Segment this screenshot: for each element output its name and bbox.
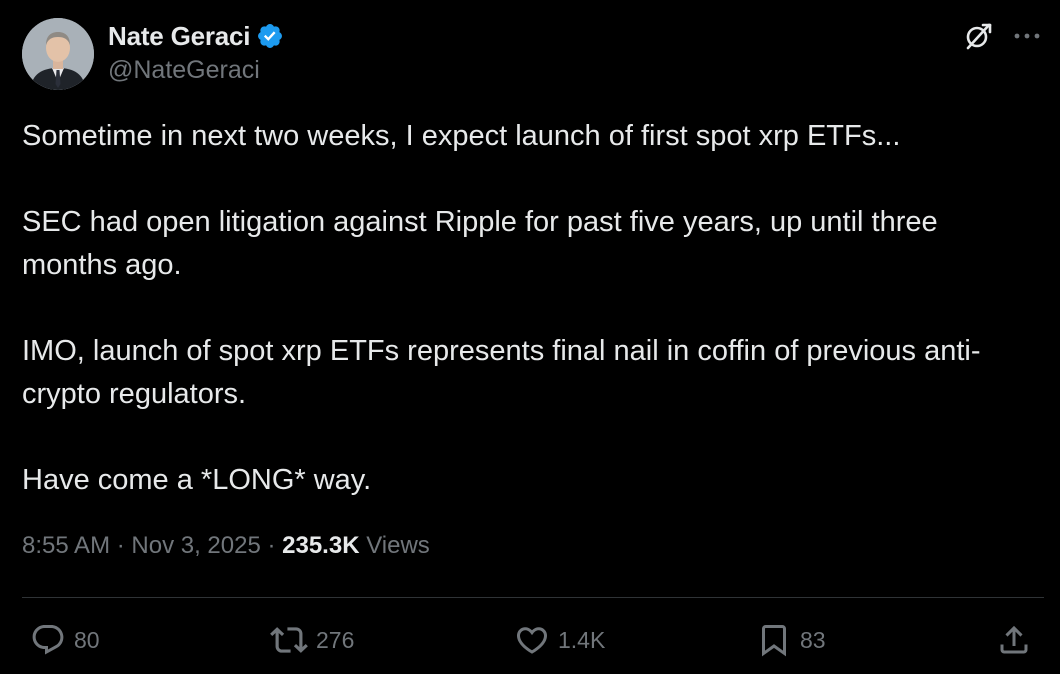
like-button[interactable]: 1.4K <box>514 620 605 660</box>
tweet-paragraph: SEC had open litigation against Ripple f… <box>22 206 938 281</box>
reply-button[interactable]: 80 <box>30 620 100 660</box>
like-count: 1.4K <box>558 626 606 653</box>
author-handle[interactable]: @NateGeraci <box>108 56 260 85</box>
author-display-name[interactable]: Nate Geraci <box>108 21 251 52</box>
bookmark-icon <box>762 625 786 657</box>
meta-separator: · <box>260 532 283 559</box>
share-button[interactable] <box>996 620 1032 660</box>
like-icon <box>516 627 548 654</box>
views-count[interactable]: 235.3K <box>282 532 359 560</box>
reply-count: 80 <box>74 626 100 653</box>
reply-icon <box>32 625 64 655</box>
tweet-body: Sometime in next two weeks, I expect lau… <box>22 115 1032 502</box>
tweet-paragraph: Sometime in next two weeks, I expect lau… <box>22 120 901 152</box>
grok-icon[interactable] <box>962 20 994 52</box>
views-spacer <box>360 532 367 560</box>
meta-separator: · <box>110 532 132 559</box>
repost-button[interactable]: 276 <box>270 620 354 660</box>
tweet-paragraph: Have come a *LONG* way. <box>22 464 372 496</box>
tweet: Nate Geraci @NateGeraci Sometime in next… <box>0 0 1060 674</box>
more-icon[interactable] <box>1010 20 1044 52</box>
bookmark-count: 83 <box>800 626 826 653</box>
tweet-date[interactable]: Nov 3, 2025 <box>131 532 260 560</box>
verified-badge-icon <box>258 24 283 48</box>
repost-icon <box>270 627 308 653</box>
tweet-paragraph: IMO, launch of spot xrp ETFs represents … <box>22 335 981 410</box>
tweet-meta: 8:55 AM · Nov 3, 2025 · 235.3K Views <box>22 532 430 560</box>
tweet-time[interactable]: 8:55 AM <box>22 532 110 560</box>
avatar[interactable] <box>22 18 94 90</box>
author-name-row[interactable]: Nate Geraci <box>108 20 284 52</box>
bookmark-button[interactable]: 83 <box>756 620 826 660</box>
views-label[interactable]: Views <box>366 532 430 560</box>
share-icon <box>1000 625 1028 654</box>
repost-count: 276 <box>316 626 355 653</box>
divider <box>22 597 1044 598</box>
